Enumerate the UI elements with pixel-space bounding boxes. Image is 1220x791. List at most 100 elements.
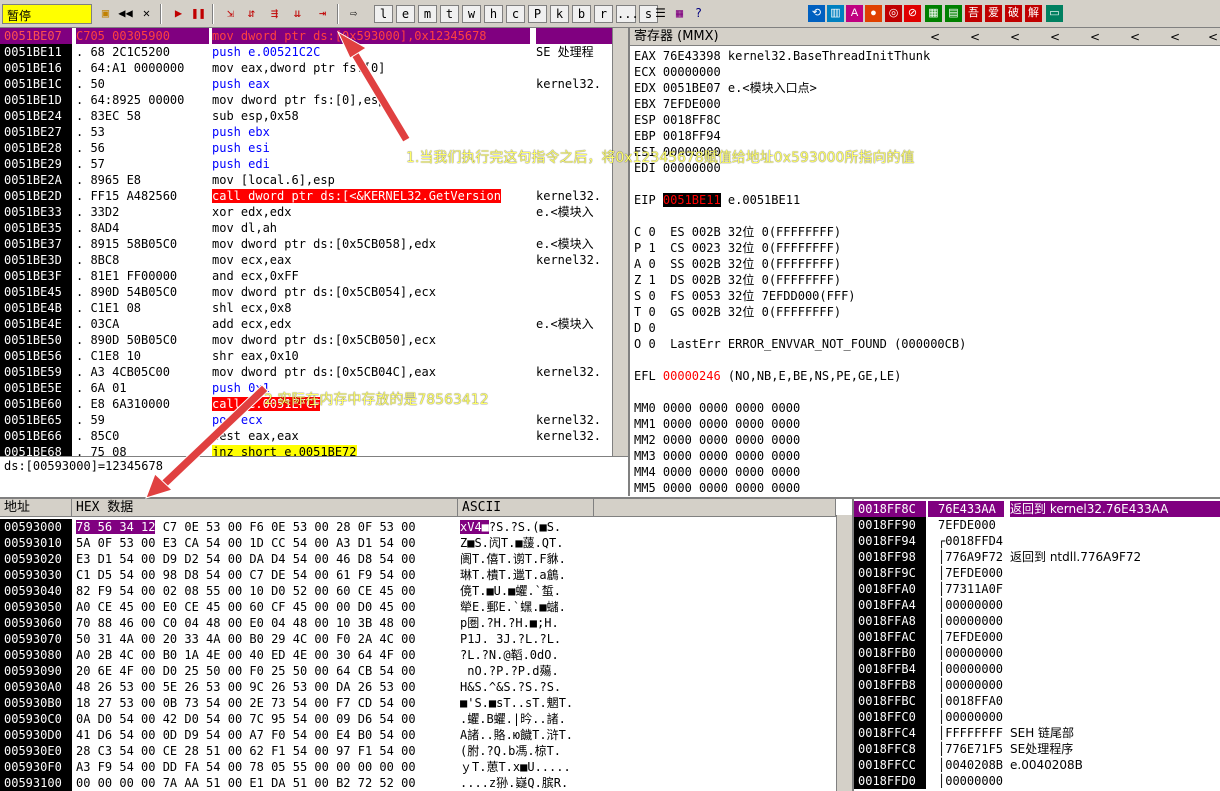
chevron-left-icon[interactable]: < — [930, 28, 940, 46]
register-line[interactable]: MM2 0000 0000 0000 0000 — [634, 432, 800, 448]
dump-row[interactable]: 005930B0 18 27 53 00 0B 73 54 00 2E 73 54… — [0, 695, 836, 711]
run-icon[interactable]: ▶ — [170, 5, 187, 22]
disasm-row[interactable]: 0051BE66 . 85C0 test eax,eax kernel32. — [0, 428, 628, 444]
toolbar-letter-button[interactable]: r — [594, 5, 613, 23]
disasm-row[interactable]: 0051BE59 . A3 4CB05C00 mov dword ptr ds:[0… — [0, 364, 628, 380]
stack-row[interactable]: 0018FFBC │0018FFA0 — [854, 693, 1220, 709]
dump-header-address[interactable]: 地址 — [0, 499, 72, 517]
disasm-row[interactable]: 0051BE65 . 59 pop ecx kernel32. — [0, 412, 628, 428]
register-line[interactable]: MM3 0000 0000 0000 0000 — [634, 448, 800, 464]
dump-row[interactable]: 005930C0 0A D0 54 00 42 D0 54 00 7C 95 54… — [0, 711, 836, 727]
toolbar-letter-button[interactable]: ... — [616, 5, 639, 23]
stack-row[interactable]: 0018FFA8 │00000000 — [854, 613, 1220, 629]
trace-into-icon[interactable]: ⇶ — [266, 5, 283, 22]
stack-row[interactable]: 0018FF90 7EFDE000 — [854, 517, 1220, 533]
close-icon[interactable]: ✕ — [138, 5, 155, 22]
cn-button-4[interactable]: 解 — [1025, 5, 1042, 22]
dump-row[interactable]: 00593010 5A 0F 53 00 E3 CA 54 00 1D CC 54… — [0, 535, 836, 551]
disasm-row[interactable]: 0051BE3F . 81E1 FF00000 and ecx,0xFF — [0, 268, 628, 284]
stack-row[interactable]: 0018FFB8 │00000000 — [854, 677, 1220, 693]
register-line[interactable]: ECX 00000000 — [634, 64, 721, 80]
disasm-row[interactable]: 0051BE16 . 64:A1 0000000 mov eax,dword ptr… — [0, 60, 628, 76]
open-file-icon[interactable]: ▣ — [97, 5, 114, 22]
dump-row[interactable]: 005930D0 41 D6 54 00 0D D9 54 00 A7 F0 54… — [0, 727, 836, 743]
cn-button-3[interactable]: 破 — [1005, 5, 1022, 22]
disasm-row[interactable]: 0051BE1D . 64:8925 00000 mov dword ptr fs:… — [0, 92, 628, 108]
stack-row[interactable]: 0018FF98 │776A9F72 返回到 ntdll.776A9F72 — [854, 549, 1220, 565]
rewind-icon[interactable]: ◀◀ — [117, 5, 134, 22]
memory-dump-pane[interactable]: 地址 HEX 数据 ASCII 00593000 78 56 34 12 C7 0… — [0, 497, 852, 791]
stack-row[interactable]: 0018FF94 ┌0018FFD4 — [854, 533, 1220, 549]
stack-row[interactable]: 0018FFAC │7EFDE000 — [854, 629, 1220, 645]
disasm-row[interactable]: 0051BE27 . 53 push ebx — [0, 124, 628, 140]
dump-row[interactable]: 00593050 A0 CE 45 00 E0 CE 45 00 60 CF 45… — [0, 599, 836, 615]
register-line[interactable]: MM1 0000 0000 0000 0000 — [634, 416, 800, 432]
stack-row[interactable]: 0018FFA4 │00000000 — [854, 597, 1220, 613]
grid-icon[interactable]: ▦ — [671, 5, 688, 22]
dump-header-ascii[interactable]: ASCII — [458, 499, 594, 517]
chevron-left-icon[interactable]: < — [1050, 28, 1060, 46]
dump-row[interactable]: 00593100 00 00 00 00 7A AA 51 00 E1 DA 51… — [0, 775, 836, 791]
register-line[interactable]: P 1 CS 0023 32位 0(FFFFFFFF) — [634, 240, 841, 256]
stack-row[interactable]: 0018FFCC │0040208B e.0040208B — [854, 757, 1220, 773]
register-line[interactable]: ESP 0018FF8C — [634, 112, 721, 128]
disasm-row[interactable]: 0051BE33 . 33D2 xor edx,edx e.<模块入 — [0, 204, 628, 220]
disasm-row[interactable]: 0051BE2A . 8965 E8 mov [local.6],esp — [0, 172, 628, 188]
terminal-icon[interactable]: ▤ — [945, 5, 962, 22]
disasm-row[interactable]: 0051BE68 . 75 08 jnz short e.0051BE72 — [0, 444, 628, 456]
disasm-row[interactable]: 0051BE4E . 03CA add ecx,edx e.<模块入 — [0, 316, 628, 332]
disasm-row[interactable]: 0051BE3D . 8BC8 mov ecx,eax kernel32. — [0, 252, 628, 268]
dump-row[interactable]: 005930E0 28 C3 54 00 CE 28 51 00 62 F1 54… — [0, 743, 836, 759]
disasm-row[interactable]: 0051BE35 . 8AD4 mov dl,ah — [0, 220, 628, 236]
dump-row[interactable]: 00593070 50 31 4A 00 20 33 4A 00 B0 29 4C… — [0, 631, 836, 647]
list-icon[interactable]: ☰ — [652, 5, 669, 22]
register-line[interactable]: EIP 0051BE11 e.0051BE11 — [634, 192, 800, 208]
disasm-row[interactable]: 0051BE24 . 83EC 58 sub esp,0x58 — [0, 108, 628, 124]
dump-row[interactable]: 00593020 E3 D1 54 00 D9 D2 54 00 DA D4 54… — [0, 551, 836, 567]
chevron-left-icon[interactable]: < — [1208, 28, 1218, 46]
toolbar-letter-button[interactable]: c — [506, 5, 525, 23]
pause-icon[interactable]: ❚❚ — [190, 5, 207, 22]
register-line[interactable]: EBP 0018FF94 — [634, 128, 721, 144]
help-icon[interactable]: ? — [690, 5, 707, 22]
stack-row[interactable]: 0018FFC4 │FFFFFFFF SEH 链尾部 — [854, 725, 1220, 741]
dump-row[interactable]: 00593040 82 F9 54 00 02 08 55 00 10 D0 52… — [0, 583, 836, 599]
disasm-row[interactable]: 0051BE45 . 890D 54B05C0 mov dword ptr ds:[… — [0, 284, 628, 300]
calc-icon[interactable]: ▦ — [925, 5, 942, 22]
dump-row[interactable]: 005930A0 48 26 53 00 5E 26 53 00 9C 26 53… — [0, 679, 836, 695]
disasm-row[interactable]: 0051BE37 . 8915 58B05C0 mov dword ptr ds:[… — [0, 236, 628, 252]
dump-row[interactable]: 00593000 78 56 34 12 C7 0E 53 00 F6 0E 53… — [0, 519, 836, 535]
chevron-left-icon[interactable]: < — [1090, 28, 1100, 46]
disasm-row[interactable]: 0051BE4B . C1E1 08 shl ecx,0x8 — [0, 300, 628, 316]
toolbar-letter-button[interactable]: e — [396, 5, 415, 23]
dump-header-hex[interactable]: HEX 数据 — [72, 499, 458, 517]
cn-button-2[interactable]: 爱 — [985, 5, 1002, 22]
plugin-icon[interactable]: ▥ — [827, 5, 844, 22]
chevron-left-icon[interactable]: < — [1130, 28, 1140, 46]
screen-icon[interactable]: ▭ — [1046, 5, 1063, 22]
register-line[interactable]: S 0 FS 0053 32位 7EFDD000(FFF) — [634, 288, 856, 304]
register-line[interactable]: MM0 0000 0000 0000 0000 — [634, 400, 800, 416]
toolbar-letter-button[interactable]: P — [528, 5, 547, 23]
stack-row[interactable]: 0018FFC8 │776E71F5 SE处理程序 — [854, 741, 1220, 757]
toolbar-letter-button[interactable]: w — [462, 5, 481, 23]
stack-row[interactable]: 0018FFB0 │00000000 — [854, 645, 1220, 661]
disasm-row[interactable]: 0051BE1C . 50 push eax kernel32. — [0, 76, 628, 92]
step-into-icon[interactable]: ⇲ — [222, 5, 239, 22]
a-icon[interactable]: A — [846, 5, 863, 22]
refresh-icon[interactable]: ⟲ — [808, 5, 825, 22]
register-line[interactable]: C 0 ES 002B 32位 0(FFFFFFFF) — [634, 224, 841, 240]
register-line[interactable]: MM5 0000 0000 0000 0000 — [634, 480, 800, 496]
target-icon[interactable]: ◎ — [885, 5, 902, 22]
dump-scrollbar[interactable] — [836, 515, 852, 791]
register-line[interactable]: EFL 00000246 (NO,NB,E,BE,NS,PE,GE,LE) — [634, 368, 901, 384]
toolbar-letter-button[interactable]: h — [484, 5, 503, 23]
toolbar-letter-button[interactable]: m — [418, 5, 437, 23]
register-line[interactable]: O 0 LastErr ERROR_ENVVAR_NOT_FOUND (0000… — [634, 336, 966, 352]
stop-icon[interactable]: ⊘ — [904, 5, 921, 22]
disasm-row[interactable]: 0051BE11 . 68 2C1C5200 push e.00521C2C SE 处… — [0, 44, 628, 60]
register-line[interactable]: EBX 7EFDE000 — [634, 96, 721, 112]
stack-pane[interactable]: 0018FF8C 76E433AA 返回到 kernel32.76E433AA 001… — [852, 497, 1220, 791]
toolbar-letter-button[interactable]: k — [550, 5, 569, 23]
stack-row[interactable]: 0018FFD0 │00000000 — [854, 773, 1220, 789]
